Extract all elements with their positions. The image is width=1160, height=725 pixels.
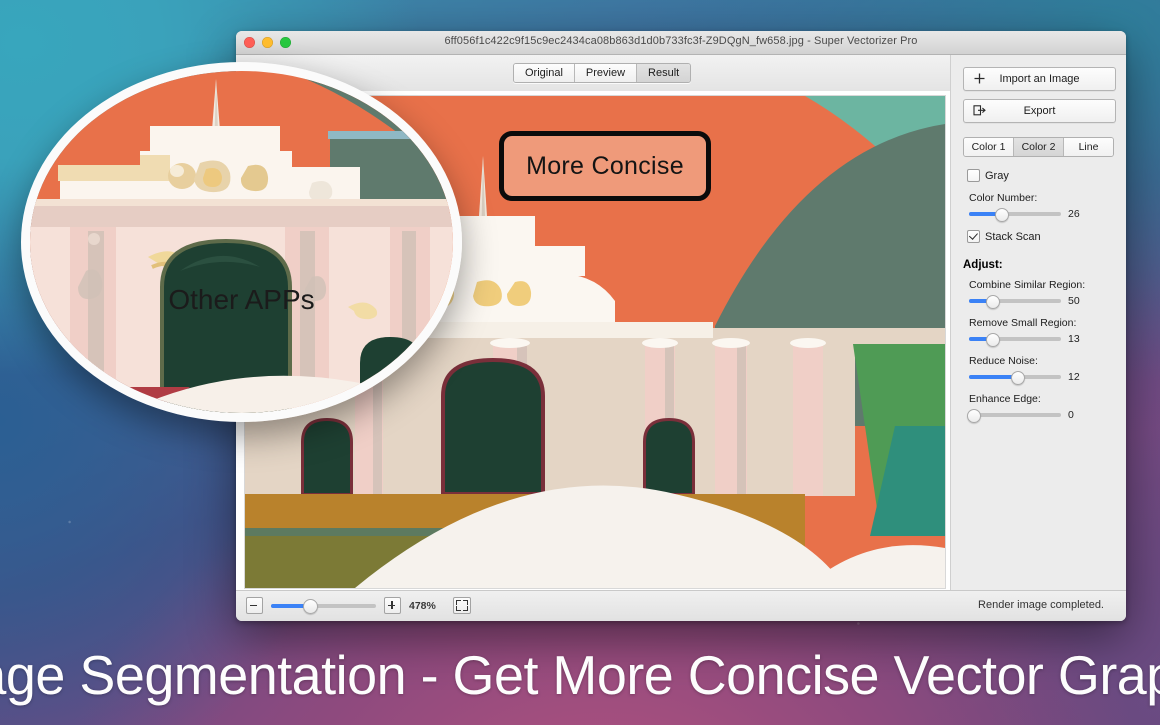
stack-scan-checkbox-row[interactable]: Stack Scan [967,230,1114,243]
magnifier-label: Other APPs [168,284,315,315]
color-mode-tabs[interactable]: Color 1 Color 2 Line [963,137,1114,157]
tab-preview[interactable]: Preview [574,64,638,82]
view-mode-segmented-control[interactable]: Original Preview Result [513,63,692,83]
import-image-label: Import an Image [999,73,1080,85]
zoom-slider-knob[interactable] [303,599,319,614]
more-concise-callout: More Concise [499,131,711,201]
combine-similar-region-row[interactable]: 50 [969,295,1114,310]
reduce-noise-row[interactable]: 12 [969,371,1114,386]
tab-original[interactable]: Original [514,64,575,82]
slider-knob[interactable] [1010,371,1025,386]
callout-label: More Concise [526,151,684,180]
gray-checkbox-row[interactable]: Gray [967,169,1114,182]
slider-fill [969,375,1017,379]
banner-headline: Image Segmentation - Get More Concise Ve… [0,644,1160,706]
magnifier-circle: Other APPs [21,62,462,422]
window-bottom-bar: 478% Render image completed. [236,590,1126,621]
remove-small-region-slider[interactable] [969,333,1061,348]
color-number-value: 26 [1068,208,1080,220]
color-number-label: Color Number: [969,192,1038,204]
stack-scan-checkbox[interactable] [967,230,980,243]
combine-similar-region-label: Combine Similar Region: [969,279,1086,291]
remove-small-region-value: 13 [1068,333,1080,345]
stack-scan-label: Stack Scan [985,230,1041,243]
slider-knob[interactable] [995,208,1010,223]
combine-similar-region-slider[interactable] [969,295,1061,310]
color-number-slider-row[interactable]: 26 [969,208,1114,223]
enhance-edge-label: Enhance Edge: [969,393,1041,405]
window-titlebar: 6ff056f1c422c9f15c9ec2434ca08b863d1d0b73… [236,31,1126,55]
export-button[interactable]: Export [963,99,1116,123]
enhance-edge-slider[interactable] [967,409,1061,424]
combine-similar-region-value: 50 [1068,295,1080,307]
fit-to-screen-icon[interactable] [453,597,471,614]
zoom-slider[interactable] [271,599,376,614]
window-title: 6ff056f1c422c9f15c9ec2434ca08b863d1d0b73… [444,35,918,47]
screenshot-stage: 6ff056f1c422c9f15c9ec2434ca08b863d1d0b73… [0,0,1160,725]
adjust-heading: Adjust: [963,259,1003,271]
zoom-out-button[interactable] [246,597,263,614]
reduce-noise-slider[interactable] [969,371,1061,386]
remove-small-region-row[interactable]: 13 [969,333,1114,348]
reduce-noise-value: 12 [1068,371,1080,383]
tab-line[interactable]: Line [1064,138,1113,156]
slider-knob[interactable] [986,295,1000,310]
slider-knob[interactable] [967,409,981,424]
settings-panel: Import an Image Export Color 1 Color 2 L… [950,55,1126,591]
gray-checkbox[interactable] [967,169,980,182]
tab-color-2[interactable]: Color 2 [1014,138,1064,156]
enhance-edge-value: 0 [1068,409,1074,421]
import-image-button[interactable]: Import an Image [963,67,1116,91]
zoom-in-button[interactable] [384,597,401,614]
magnifier-artwork [30,71,453,413]
tab-color-1[interactable]: Color 1 [964,138,1014,156]
status-message: Render image completed. [978,599,1104,611]
tab-result[interactable]: Result [637,64,691,82]
export-arrow-icon [973,105,986,116]
export-label: Export [1023,105,1056,117]
zoom-level-value: 478% [409,599,436,612]
plus-icon [974,73,985,84]
color-number-slider[interactable] [969,208,1061,223]
reduce-noise-label: Reduce Noise: [969,355,1038,367]
enhance-edge-row[interactable]: 0 [967,409,1114,424]
promo-banner: Image Segmentation - Get More Concise Ve… [0,625,1160,725]
remove-small-region-label: Remove Small Region: [969,317,1077,329]
slider-knob[interactable] [986,333,1000,348]
gray-label: Gray [985,169,1009,182]
zoom-controls[interactable]: 478% [246,597,471,614]
